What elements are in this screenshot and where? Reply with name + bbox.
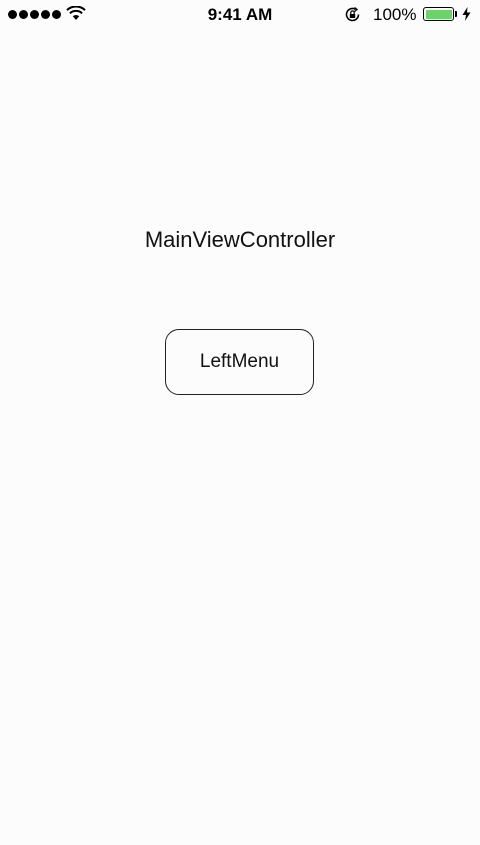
charging-bolt-icon: [462, 7, 471, 21]
left-menu-label: LeftMenu: [199, 351, 280, 372]
left-menu-button[interactable]: LeftMenu: [165, 329, 314, 395]
page-title: MainViewController: [144, 227, 336, 252]
battery-percent: 100%: [373, 5, 417, 24]
status-bar: 9:41 AM 100%: [0, 0, 480, 30]
battery-icon: [423, 7, 454, 21]
battery-fill: [425, 9, 452, 19]
battery-tip: [455, 11, 457, 17]
rotation-lock-icon: [345, 6, 360, 22]
screen: 9:41 AM 100% MainViewController LeftMenu: [0, 0, 480, 845]
